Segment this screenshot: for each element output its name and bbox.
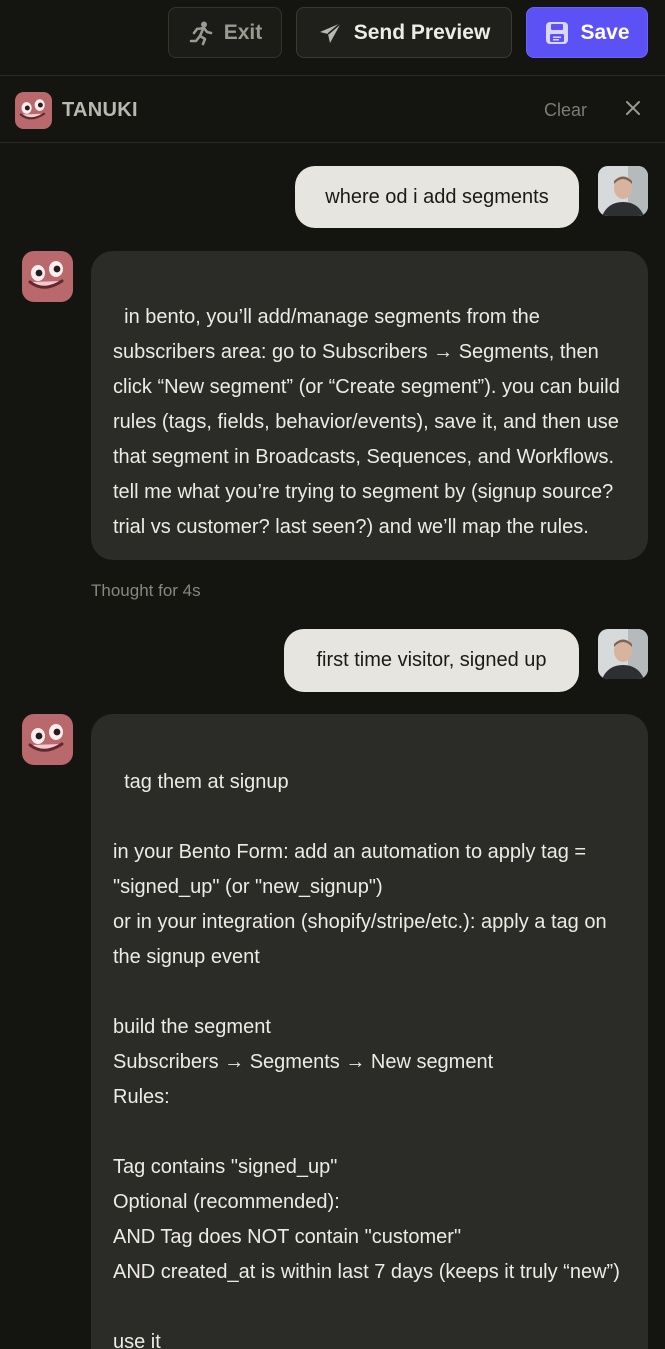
assistant-title: TANUKI	[62, 99, 138, 121]
assistant-message: in bento, you’ll add/manage segments fro…	[91, 251, 648, 560]
user-avatar	[598, 166, 648, 216]
tanuki-avatar-icon	[15, 92, 52, 129]
save-button[interactable]: Save	[526, 7, 648, 58]
thinking-status: Thought for 4s	[91, 581, 201, 600]
user-message-text: where od i add segments	[325, 185, 549, 208]
exit-button[interactable]: Exit	[168, 7, 282, 58]
assistant-message-text: in bento, you’ll add/manage segments fro…	[113, 306, 626, 538]
floppy-disk-icon	[544, 20, 570, 46]
exit-label: Exit	[223, 20, 263, 44]
user-avatar	[598, 629, 648, 679]
send-preview-button[interactable]: Send Preview	[296, 7, 512, 58]
paper-plane-icon	[318, 20, 344, 46]
user-message: where od i add segments	[295, 166, 579, 228]
assistant-message: tag them at signup in your Bento Form: a…	[91, 714, 648, 1349]
tanuki-avatar-icon	[22, 714, 73, 765]
user-message: first time visitor, signed up	[284, 629, 579, 692]
tanuki-avatar-icon	[22, 251, 73, 302]
top-toolbar: Exit Send Preview Save	[0, 0, 665, 76]
assistant-message-text: tag them at signup in your Bento Form: a…	[113, 771, 620, 1349]
exit-runner-icon	[188, 20, 214, 46]
user-message-text: first time visitor, signed up	[316, 649, 547, 671]
save-label: Save	[580, 20, 630, 44]
send-preview-label: Send Preview	[353, 20, 491, 44]
close-icon[interactable]	[624, 99, 642, 117]
clear-button[interactable]: Clear	[544, 100, 587, 121]
chat-header: TANUKI Clear	[0, 77, 665, 143]
